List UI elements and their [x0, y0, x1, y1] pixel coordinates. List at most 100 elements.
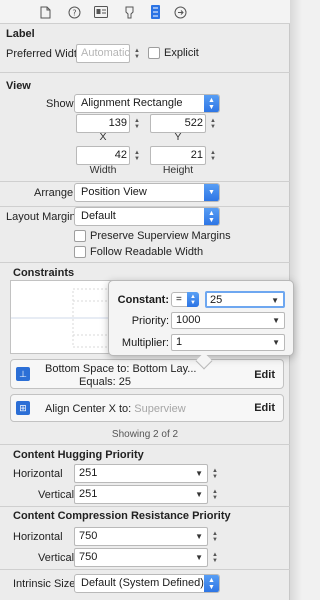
priority-value: 1000 — [176, 314, 201, 326]
compression-vertical-combo[interactable]: 750 ▼ — [74, 548, 208, 567]
bottom-space-constraint-icon: ⊥ — [16, 367, 30, 381]
relation-value: = — [176, 294, 182, 305]
chevron-updown-icon: ▲ ▼ — [204, 208, 219, 225]
intrinsic-size-popup[interactable]: Default (System Defined) ▲ ▼ — [74, 574, 220, 593]
show-label: Show — [46, 98, 74, 110]
layout-margins-label: Layout Margins — [6, 211, 82, 223]
compression-vertical-value: 750 — [79, 551, 98, 563]
compression-vertical-label: Vertical — [38, 552, 75, 564]
compression-horizontal-combo[interactable]: 750 ▼ — [74, 527, 208, 546]
hugging-horizontal-label: Horizontal — [13, 468, 63, 480]
explicit-label: Explicit — [164, 47, 199, 59]
explicit-checkbox[interactable] — [148, 47, 160, 59]
multiplier-value: 1 — [176, 336, 183, 348]
label-section-title: Label — [6, 28, 35, 40]
y-stepper[interactable]: ▲ ▼ — [208, 114, 218, 133]
compression-horizontal-label: Horizontal — [13, 531, 63, 543]
hugging-horizontal-stepper[interactable]: ▲ ▼ — [210, 464, 220, 483]
preferred-width-label: Preferred Width — [6, 48, 84, 60]
chevron-updown-icon: ▲ ▼ — [187, 292, 199, 307]
edit-button[interactable]: Edit — [254, 402, 275, 414]
width-field[interactable]: 42 — [76, 146, 130, 165]
size-icon[interactable] — [148, 5, 162, 19]
chevron-updown-icon: ▲ ▼ — [204, 95, 219, 112]
arrange-popup-value: Position View — [81, 186, 147, 198]
chevron-down-icon: ▼ — [272, 316, 280, 325]
constraint-target: Bottom Lay... — [132, 363, 197, 375]
preserve-superview-margins-checkbox[interactable] — [74, 230, 86, 242]
constraint-line: Bottom Space to: Bottom Lay... — [45, 363, 196, 375]
divider — [0, 262, 290, 263]
chevron-updown-icon: ▲ ▼ — [204, 575, 219, 592]
svg-text:?: ? — [72, 8, 76, 17]
constraint-row-align-center-x[interactable]: ⊞ Align Center X to: Superview Edit — [10, 394, 284, 422]
chevron-down-icon: ▼ — [204, 184, 219, 201]
chevron-down-icon: ▼ — [195, 469, 203, 478]
hugging-vertical-combo[interactable]: 251 ▼ — [74, 485, 208, 504]
align-center-x-constraint-icon: ⊞ — [16, 401, 30, 415]
compression-section-title: Content Compression Resistance Priority — [13, 510, 231, 522]
layout-margins-popup-value: Default — [81, 210, 116, 222]
priority-label: Priority: — [131, 315, 169, 327]
height-field[interactable]: 21 — [150, 146, 206, 165]
compression-horizontal-stepper[interactable]: ▲ ▼ — [210, 527, 220, 546]
divider — [0, 181, 290, 182]
chevron-down-icon: ▼ — [195, 553, 203, 562]
constant-combo[interactable]: 25 ▼ — [205, 291, 285, 308]
constraint-line: Align Center X to: Superview — [45, 403, 186, 415]
constant-label: Constant: — [117, 294, 169, 306]
hugging-vertical-stepper[interactable]: ▲ ▼ — [210, 485, 220, 504]
hugging-vertical-value: 251 — [79, 488, 98, 500]
priority-combo[interactable]: 1000 ▼ — [171, 312, 285, 329]
divider — [0, 72, 290, 73]
relation-popup[interactable]: = ▲ ▼ — [171, 292, 199, 307]
file-icon[interactable] — [38, 5, 52, 19]
constraint-prefix: Align Center X to: — [45, 403, 132, 415]
constraint-equals: Equals: 25 — [79, 376, 131, 388]
hugging-horizontal-combo[interactable]: 251 ▼ — [74, 464, 208, 483]
preferred-width-field[interactable]: Automatic — [76, 44, 130, 63]
chevron-down-icon: ▼ — [195, 532, 203, 541]
constraints-section-title: Constraints — [13, 267, 75, 279]
constraint-prefix: Bottom Space to: — [45, 363, 130, 375]
follow-readable-width-checkbox[interactable] — [74, 246, 86, 258]
show-popup-value: Alignment Rectangle — [81, 97, 183, 109]
chevron-down-icon: ▼ — [271, 296, 279, 305]
multiplier-label: Multiplier: — [121, 337, 169, 349]
connections-icon[interactable] — [173, 5, 187, 19]
hugging-vertical-label: Vertical — [38, 489, 75, 501]
inspector-toolbar: ? — [0, 0, 290, 24]
height-stepper[interactable]: ▲ ▼ — [208, 146, 218, 165]
view-section-title: View — [6, 80, 31, 92]
intrinsic-size-label: Intrinsic Size — [13, 578, 76, 590]
follow-readable-width-label: Follow Readable Width — [90, 246, 204, 258]
constraints-count: Showing 2 of 2 — [111, 429, 179, 440]
arrange-popup[interactable]: Position View ▼ — [74, 183, 220, 202]
preserve-superview-margins-label: Preserve Superview Margins — [90, 230, 231, 242]
width-label: Width — [89, 164, 117, 176]
x-stepper[interactable]: ▲ ▼ — [132, 114, 142, 133]
divider — [0, 444, 290, 445]
compression-horizontal-value: 750 — [79, 530, 98, 542]
divider — [0, 506, 290, 507]
preferred-width-stepper[interactable]: ▲ ▼ — [132, 44, 142, 63]
constraint-row-bottom-space[interactable]: ⊥ Bottom Space to: Bottom Lay... Equals:… — [10, 359, 284, 389]
width-stepper[interactable]: ▲ ▼ — [132, 146, 142, 165]
arrange-label: Arrange — [34, 187, 74, 199]
compression-vertical-stepper[interactable]: ▲ ▼ — [210, 548, 220, 567]
x-label: X — [99, 131, 107, 143]
show-popup[interactable]: Alignment Rectangle ▲ ▼ — [74, 94, 220, 113]
divider — [0, 569, 290, 570]
hugging-horizontal-value: 251 — [79, 467, 98, 479]
attributes-icon[interactable] — [122, 5, 136, 19]
help-icon[interactable]: ? — [67, 5, 81, 19]
identity-icon[interactable] — [94, 5, 108, 19]
constraint-edit-popover: Constant: = ▲ ▼ 25 ▼ Priority: 1000 ▼ Mul… — [108, 280, 294, 370]
height-label: Height — [162, 164, 194, 176]
layout-margins-popup[interactable]: Default ▲ ▼ — [74, 207, 220, 226]
chevron-down-icon: ▼ — [195, 490, 203, 499]
edit-button[interactable]: Edit — [254, 369, 275, 381]
multiplier-combo[interactable]: 1 ▼ — [171, 334, 285, 351]
chevron-down-icon: ▼ — [272, 338, 280, 347]
constraint-target: Superview — [134, 403, 186, 415]
